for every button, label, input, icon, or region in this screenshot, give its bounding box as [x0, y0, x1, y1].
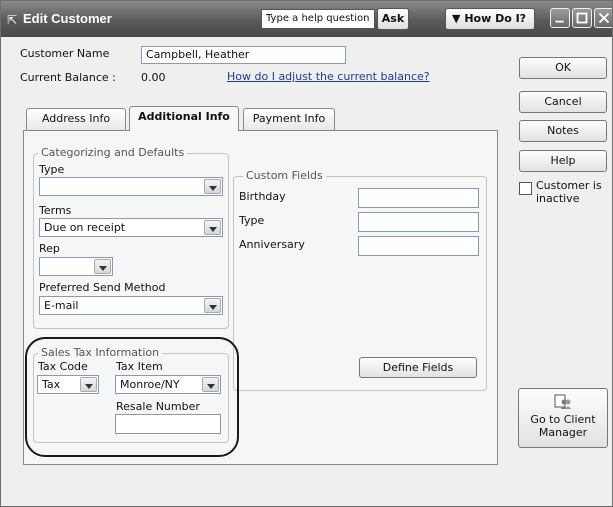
- anniversary-field[interactable]: [358, 236, 479, 256]
- current-balance-label: Current Balance :: [20, 71, 116, 84]
- birthday-label: Birthday: [239, 190, 286, 203]
- minimize-icon: [555, 20, 564, 23]
- define-fields-button[interactable]: Define Fields: [359, 357, 477, 378]
- customer-inactive-label: Customer is inactive: [536, 179, 602, 205]
- help-question-input[interactable]: Type a help question: [261, 9, 375, 29]
- window-menu-icon[interactable]: ⇱: [7, 13, 17, 27]
- go-to-client-manager-button[interactable]: Go to Client Manager: [518, 388, 608, 448]
- how-do-i-button[interactable]: ▼ How Do I?: [445, 8, 535, 30]
- chevron-down-icon: [204, 179, 221, 194]
- customer-name-label: Customer Name: [20, 47, 110, 60]
- custom-fields-legend: Custom Fields: [243, 169, 326, 182]
- rep-label: Rep: [39, 242, 60, 255]
- send-method-label: Preferred Send Method: [39, 281, 166, 294]
- client-manager-label-line1: Go to Client: [530, 413, 596, 426]
- ok-button[interactable]: OK: [519, 57, 607, 79]
- tab-payment-info[interactable]: Payment Info: [243, 108, 335, 130]
- terms-label: Terms: [39, 204, 72, 217]
- maximize-icon: [576, 12, 588, 24]
- how-do-i-label: How Do I?: [464, 12, 527, 25]
- title-bar: ⇱ Edit Customer Type a help question Ask…: [1, 1, 612, 37]
- client-manager-icon: [554, 394, 571, 409]
- birthday-field[interactable]: [358, 188, 479, 208]
- client-manager-label-line2: Manager: [538, 426, 588, 439]
- anniversary-label: Anniversary: [239, 238, 305, 251]
- terms-value: Due on receipt: [44, 221, 126, 234]
- chevron-down-icon: [204, 298, 221, 313]
- customer-name-field[interactable]: Campbell, Heather: [141, 46, 346, 64]
- close-button[interactable]: [594, 8, 612, 28]
- notes-button[interactable]: Notes: [519, 120, 607, 142]
- tab-additional-info[interactable]: Additional Info: [129, 106, 239, 131]
- chevron-down-icon: [204, 220, 221, 235]
- edit-customer-window: ⇱ Edit Customer Type a help question Ask…: [0, 0, 613, 507]
- window-title: Edit Customer: [23, 11, 112, 26]
- customer-inactive-checkbox[interactable]: [519, 182, 532, 195]
- ask-button[interactable]: Ask: [377, 8, 409, 30]
- custom-type-field[interactable]: [358, 212, 479, 232]
- maximize-button[interactable]: [572, 8, 592, 28]
- highlight-circle: [25, 337, 239, 457]
- cancel-button[interactable]: Cancel: [519, 91, 607, 113]
- terms-dropdown[interactable]: Due on receipt: [39, 218, 223, 237]
- close-icon: [598, 12, 610, 24]
- type-dropdown[interactable]: [39, 177, 223, 196]
- rep-dropdown[interactable]: [39, 257, 113, 276]
- minimize-button[interactable]: [550, 8, 570, 28]
- custom-type-label: Type: [239, 214, 265, 227]
- tab-address-info[interactable]: Address Info: [26, 108, 126, 130]
- chevron-down-icon: [94, 259, 111, 274]
- current-balance-value: 0.00: [141, 71, 166, 84]
- type-label: Type: [39, 163, 65, 176]
- send-method-dropdown[interactable]: E-mail: [39, 296, 223, 315]
- triangle-down-icon: ▼: [452, 12, 461, 25]
- help-button[interactable]: Help: [519, 150, 607, 172]
- send-method-value: E-mail: [44, 299, 79, 312]
- adjust-balance-link[interactable]: How do I adjust the current balance?: [227, 70, 430, 83]
- categorizing-legend: Categorizing and Defaults: [38, 146, 188, 159]
